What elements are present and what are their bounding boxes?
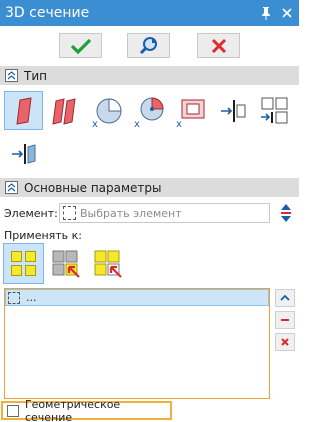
element-label: Элемент: — [4, 207, 58, 220]
yellow-cells-icon — [11, 251, 36, 276]
list-item[interactable]: ... — [5, 289, 269, 306]
preview-icon — [139, 36, 157, 54]
type-cut-by-cells-button[interactable] — [255, 91, 294, 130]
element-select-field[interactable]: Выбрать элемент — [59, 203, 270, 223]
ok-button[interactable] — [59, 33, 102, 58]
minus-icon — [281, 319, 289, 321]
cut-to-element-icon — [220, 99, 245, 122]
element-list[interactable]: ... — [4, 288, 270, 399]
clear-list-button[interactable] — [275, 333, 295, 351]
type-cylinder-cut-button[interactable]: x — [87, 91, 126, 130]
selection-box-icon — [63, 206, 76, 220]
type-cut-to-element-button[interactable] — [213, 91, 252, 130]
title-bar: 3D сечение — [0, 0, 299, 26]
collapse-icon[interactable] — [5, 181, 18, 194]
close-icon — [281, 338, 289, 346]
cylinder-cut-icon: x — [92, 97, 122, 128]
preview-button[interactable] — [127, 33, 170, 58]
cut-by-cells-icon — [260, 97, 287, 123]
close-window-icon[interactable] — [278, 4, 296, 22]
action-toolbar — [0, 33, 299, 59]
geometric-section-label: Геометрическое сечение — [24, 397, 121, 422]
selection-box-icon — [8, 291, 20, 304]
except-cell-icon — [94, 250, 122, 278]
check-icon — [70, 38, 91, 54]
parallel-planes-icon — [51, 97, 76, 125]
collapse-icon[interactable] — [5, 69, 18, 82]
chevron-up-icon — [280, 294, 290, 301]
sphere-cut-icon: x — [134, 96, 164, 128]
svg-text:x: x — [92, 119, 98, 128]
selected-cell-icon — [52, 250, 80, 278]
type-parallel-planes-button[interactable] — [45, 91, 84, 130]
remove-item-button[interactable] — [275, 311, 295, 329]
pin-icon[interactable] — [257, 4, 275, 22]
window-title: 3D сечение — [5, 5, 90, 21]
type-plane-button[interactable] — [4, 91, 43, 130]
element-placeholder: Выбрать элемент — [80, 206, 182, 220]
cut-to-surface-icon — [11, 143, 35, 164]
apply-all-cells-button[interactable] — [3, 243, 44, 284]
close-icon — [211, 38, 226, 53]
cancel-button[interactable] — [197, 33, 240, 58]
type-sphere-cut-button[interactable]: x — [129, 91, 168, 130]
list-item-label: ... — [26, 291, 37, 304]
swap-direction-button[interactable] — [276, 202, 296, 224]
swap-arrows-icon — [281, 204, 291, 222]
svg-text:x: x — [134, 119, 140, 128]
section-main-header[interactable]: Основные параметры — [0, 178, 299, 197]
box-cut-icon: x — [176, 99, 204, 128]
geometric-section-checkbox[interactable] — [7, 404, 19, 417]
plane-section-icon — [15, 96, 32, 125]
geometric-section-option[interactable]: Геометрическое сечение — [1, 397, 172, 422]
apply-label: Применять к: — [4, 229, 83, 242]
svg-text:x: x — [176, 119, 182, 128]
apply-selected-cell-button[interactable] — [45, 243, 86, 284]
section-main-title: Основные параметры — [24, 180, 162, 195]
type-box-cut-button[interactable]: x — [171, 91, 210, 130]
section-type-title: Тип — [24, 68, 47, 83]
section-type-header[interactable]: Тип — [0, 66, 299, 85]
type-cut-to-surface-button[interactable] — [4, 134, 43, 173]
apply-except-cell-button[interactable] — [87, 243, 128, 284]
move-up-button[interactable] — [275, 289, 295, 307]
